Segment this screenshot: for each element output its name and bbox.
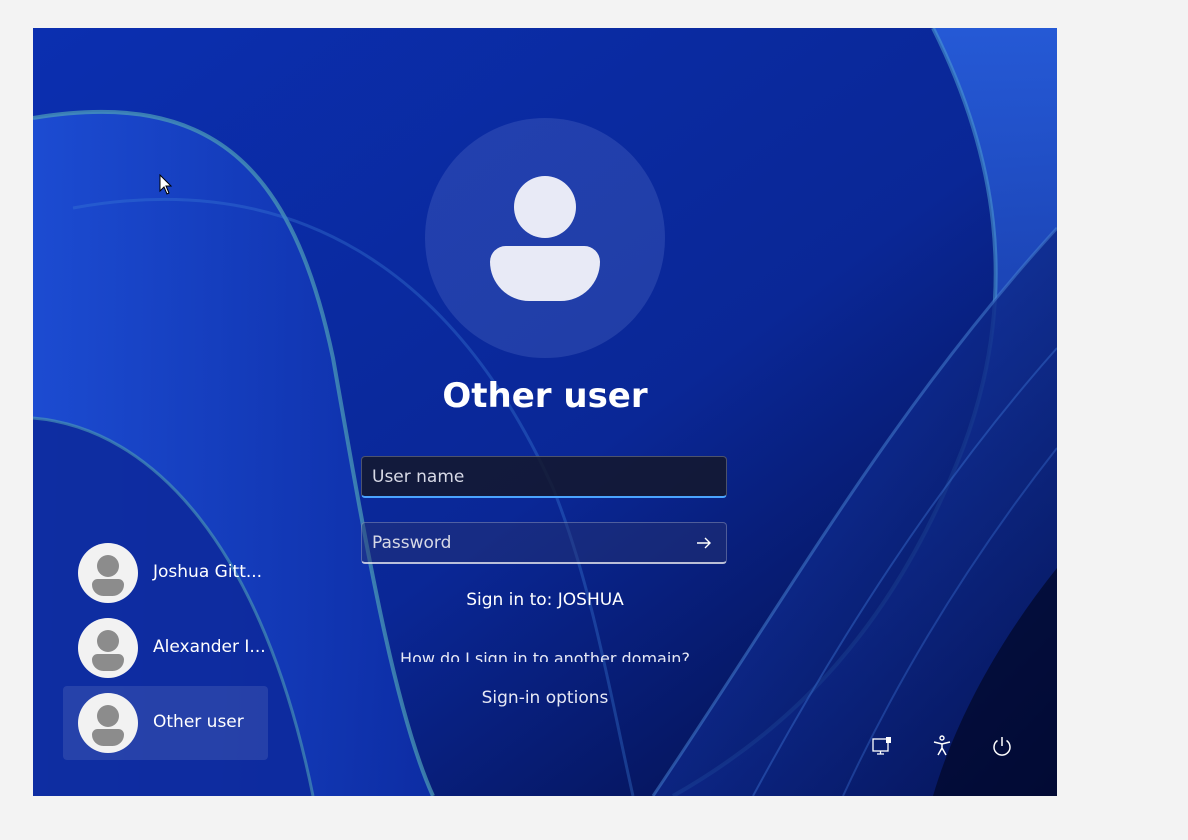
network-button[interactable] (868, 732, 896, 760)
network-icon (872, 737, 891, 755)
username-input[interactable] (372, 457, 682, 497)
user-avatar (78, 543, 138, 603)
user-list: Joshua Gitt... Alexander I... Other user (63, 536, 268, 760)
arrow-right-icon (697, 537, 711, 549)
user-name: Joshua Gitt... (153, 562, 263, 582)
accessibility-button[interactable] (928, 732, 956, 760)
power-icon (993, 737, 1011, 756)
sign-in-options-link[interactable]: Sign-in options (345, 688, 745, 708)
password-input[interactable] (372, 523, 682, 563)
user-title: Other user (442, 376, 648, 416)
accessibility-icon (933, 735, 951, 756)
user-item-joshua[interactable]: Joshua Gitt... (63, 536, 268, 610)
mouse-cursor-icon (159, 174, 173, 195)
user-item-alexander[interactable]: Alexander I... (63, 611, 268, 685)
password-field[interactable] (361, 522, 727, 564)
large-user-avatar (425, 118, 665, 358)
sign-in-to-label: Sign in to: JOSHUA (466, 590, 624, 610)
power-button[interactable] (988, 732, 1016, 760)
avatar-head (514, 176, 576, 238)
avatar-body (490, 246, 600, 301)
user-name: Other user (153, 712, 244, 732)
domain-help-link[interactable]: How do I sign in to another domain? (345, 648, 745, 662)
lock-screen: Other user Sign in to: JOSHUA How do I s… (33, 28, 1057, 796)
user-name: Alexander I... (153, 637, 266, 657)
submit-arrow-button[interactable] (692, 531, 716, 555)
username-field[interactable] (361, 456, 727, 498)
user-avatar (78, 693, 138, 753)
user-avatar (78, 618, 138, 678)
user-item-other-user[interactable]: Other user (63, 686, 268, 760)
